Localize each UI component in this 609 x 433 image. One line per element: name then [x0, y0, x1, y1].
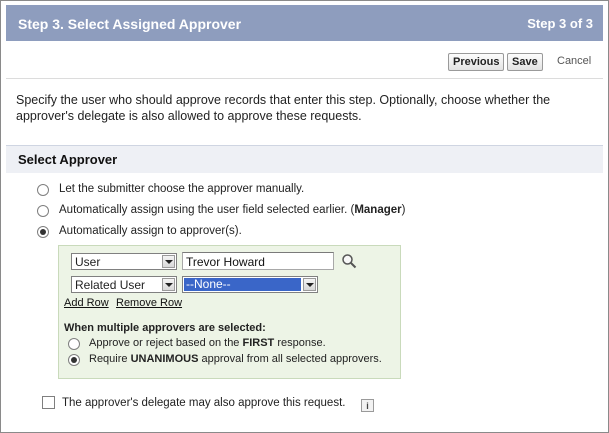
delegate-checkbox[interactable] — [42, 396, 55, 409]
radio-assign-approvers[interactable] — [37, 226, 49, 238]
radio-submitter-choose-label: Let the submitter choose the approver ma… — [59, 183, 305, 195]
save-button[interactable]: Save — [507, 53, 543, 71]
chevron-down-icon — [162, 255, 175, 268]
approver-name-input[interactable]: Trevor Howard — [182, 252, 334, 270]
step-header: Step 3. Select Assigned Approver Step 3 … — [6, 5, 603, 41]
approver-type-select-1-value: User — [75, 255, 101, 269]
radio-submitter-choose[interactable] — [37, 184, 49, 196]
section-header: Select Approver — [6, 145, 603, 173]
approver-type-select-2-value: Related User — [75, 278, 146, 292]
step-description: Specify the user who should approve reco… — [16, 93, 551, 123]
info-icon[interactable]: i — [361, 399, 374, 412]
approver-type-select-1[interactable]: User — [71, 253, 177, 270]
radio-assign-approvers-label: Automatically assign to approver(s). — [59, 225, 242, 237]
multiple-approvers-heading: When multiple approvers are selected: — [64, 322, 266, 334]
approver-type-select-2[interactable]: Related User — [71, 276, 177, 293]
wizard-frame: Step 3. Select Assigned Approver Step 3 … — [0, 0, 609, 433]
add-row-link[interactable]: Add Row — [64, 297, 109, 309]
button-bar: Previous Save Cancel — [6, 41, 603, 79]
related-user-select-value: --None-- — [184, 278, 301, 291]
cancel-link[interactable]: Cancel — [557, 55, 591, 67]
radio-unanimous-label: Require UNANIMOUS approval from all sele… — [89, 353, 382, 365]
radio-user-field-label: Automatically assign using the user fiel… — [59, 204, 406, 216]
chevron-down-icon — [162, 278, 175, 291]
radio-first-response[interactable] — [68, 338, 80, 350]
delegate-checkbox-label: The approver's delegate may also approve… — [62, 397, 346, 409]
step-title: Step 3. Select Assigned Approver — [18, 16, 242, 32]
lookup-magnifier-icon[interactable] — [341, 253, 357, 269]
related-user-select[interactable]: --None-- — [182, 276, 318, 293]
remove-row-link[interactable]: Remove Row — [116, 297, 182, 309]
radio-unanimous[interactable] — [68, 354, 80, 366]
section-title: Select Approver — [18, 152, 118, 167]
previous-button[interactable]: Previous — [448, 53, 505, 71]
chevron-down-icon — [303, 278, 316, 291]
radio-first-response-label: Approve or reject based on the FIRST res… — [89, 337, 326, 349]
step-counter: Step 3 of 3 — [527, 16, 593, 31]
radio-user-field[interactable] — [37, 205, 49, 217]
